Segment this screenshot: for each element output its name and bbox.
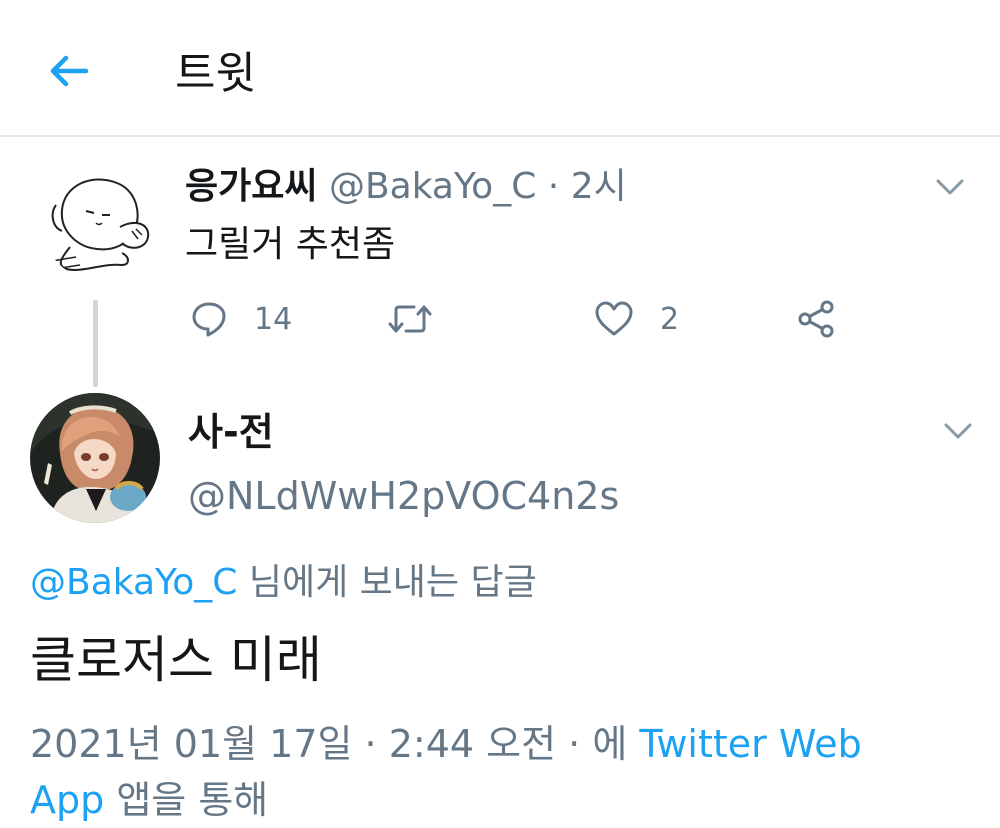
back-arrow-icon (50, 55, 89, 87)
reply-icon (192, 302, 226, 337)
chevron-down-icon (936, 179, 964, 195)
thread-connector (93, 300, 98, 387)
display-name[interactable]: 사-전 (188, 408, 274, 456)
separator: · (547, 166, 560, 207)
like-icon (595, 301, 633, 336)
via-suffix: 앱을 통해 (116, 778, 269, 822)
separator: · (364, 722, 377, 766)
tweet-text: 클로저스 미래 (30, 631, 322, 689)
top-app-bar: 트윗 (0, 0, 1000, 137)
replying-to-handle-link[interactable]: @BakaYo_C (30, 562, 237, 603)
separator: · (568, 722, 581, 766)
display-name[interactable]: 응가요씨 (185, 166, 317, 207)
retweet-icon (388, 305, 432, 333)
user-handle[interactable]: @BakaYo_C (329, 166, 536, 207)
replying-to-label: 님에게 보내는 답글 (248, 562, 537, 603)
tweet-header: 응가요씨 @BakaYo_C · 2시 (185, 164, 627, 210)
user-handle[interactable]: @NLdWwH2pVOC4n2s (188, 472, 619, 520)
tweet-menu-button[interactable] (930, 166, 970, 206)
like-count: 2 (660, 301, 680, 337)
chevron-down-icon (944, 423, 972, 439)
tweet-menu-button[interactable] (938, 410, 978, 450)
share-icon (798, 300, 834, 338)
retweet-button[interactable] (386, 296, 460, 342)
tweet-date: 2021년 01월 17일 (30, 722, 353, 766)
tweet-time: 2:44 오전 (388, 722, 557, 766)
tweet-text: 그릴거 추천좀 (185, 224, 396, 265)
reply-count: 14 (254, 301, 293, 337)
reply-button[interactable]: 14 (190, 296, 292, 342)
tweet-metadata: 2021년 01월 17일 · 2:44 오전 · 에 Twitter Web … (30, 716, 960, 828)
source-link-continued[interactable]: App (30, 778, 104, 822)
avatar[interactable] (42, 165, 158, 281)
back-button[interactable] (44, 46, 94, 96)
share-button[interactable] (796, 296, 836, 342)
page-title: 트윗 (175, 48, 256, 99)
avatar[interactable] (30, 393, 160, 523)
source-link[interactable]: Twitter Web (639, 722, 861, 766)
like-button[interactable]: 2 (594, 296, 679, 342)
via-prefix: 에 (592, 722, 628, 766)
replying-to: @BakaYo_C 님에게 보내는 답글 (30, 560, 537, 606)
tweet-time[interactable]: 2시 (571, 166, 627, 207)
